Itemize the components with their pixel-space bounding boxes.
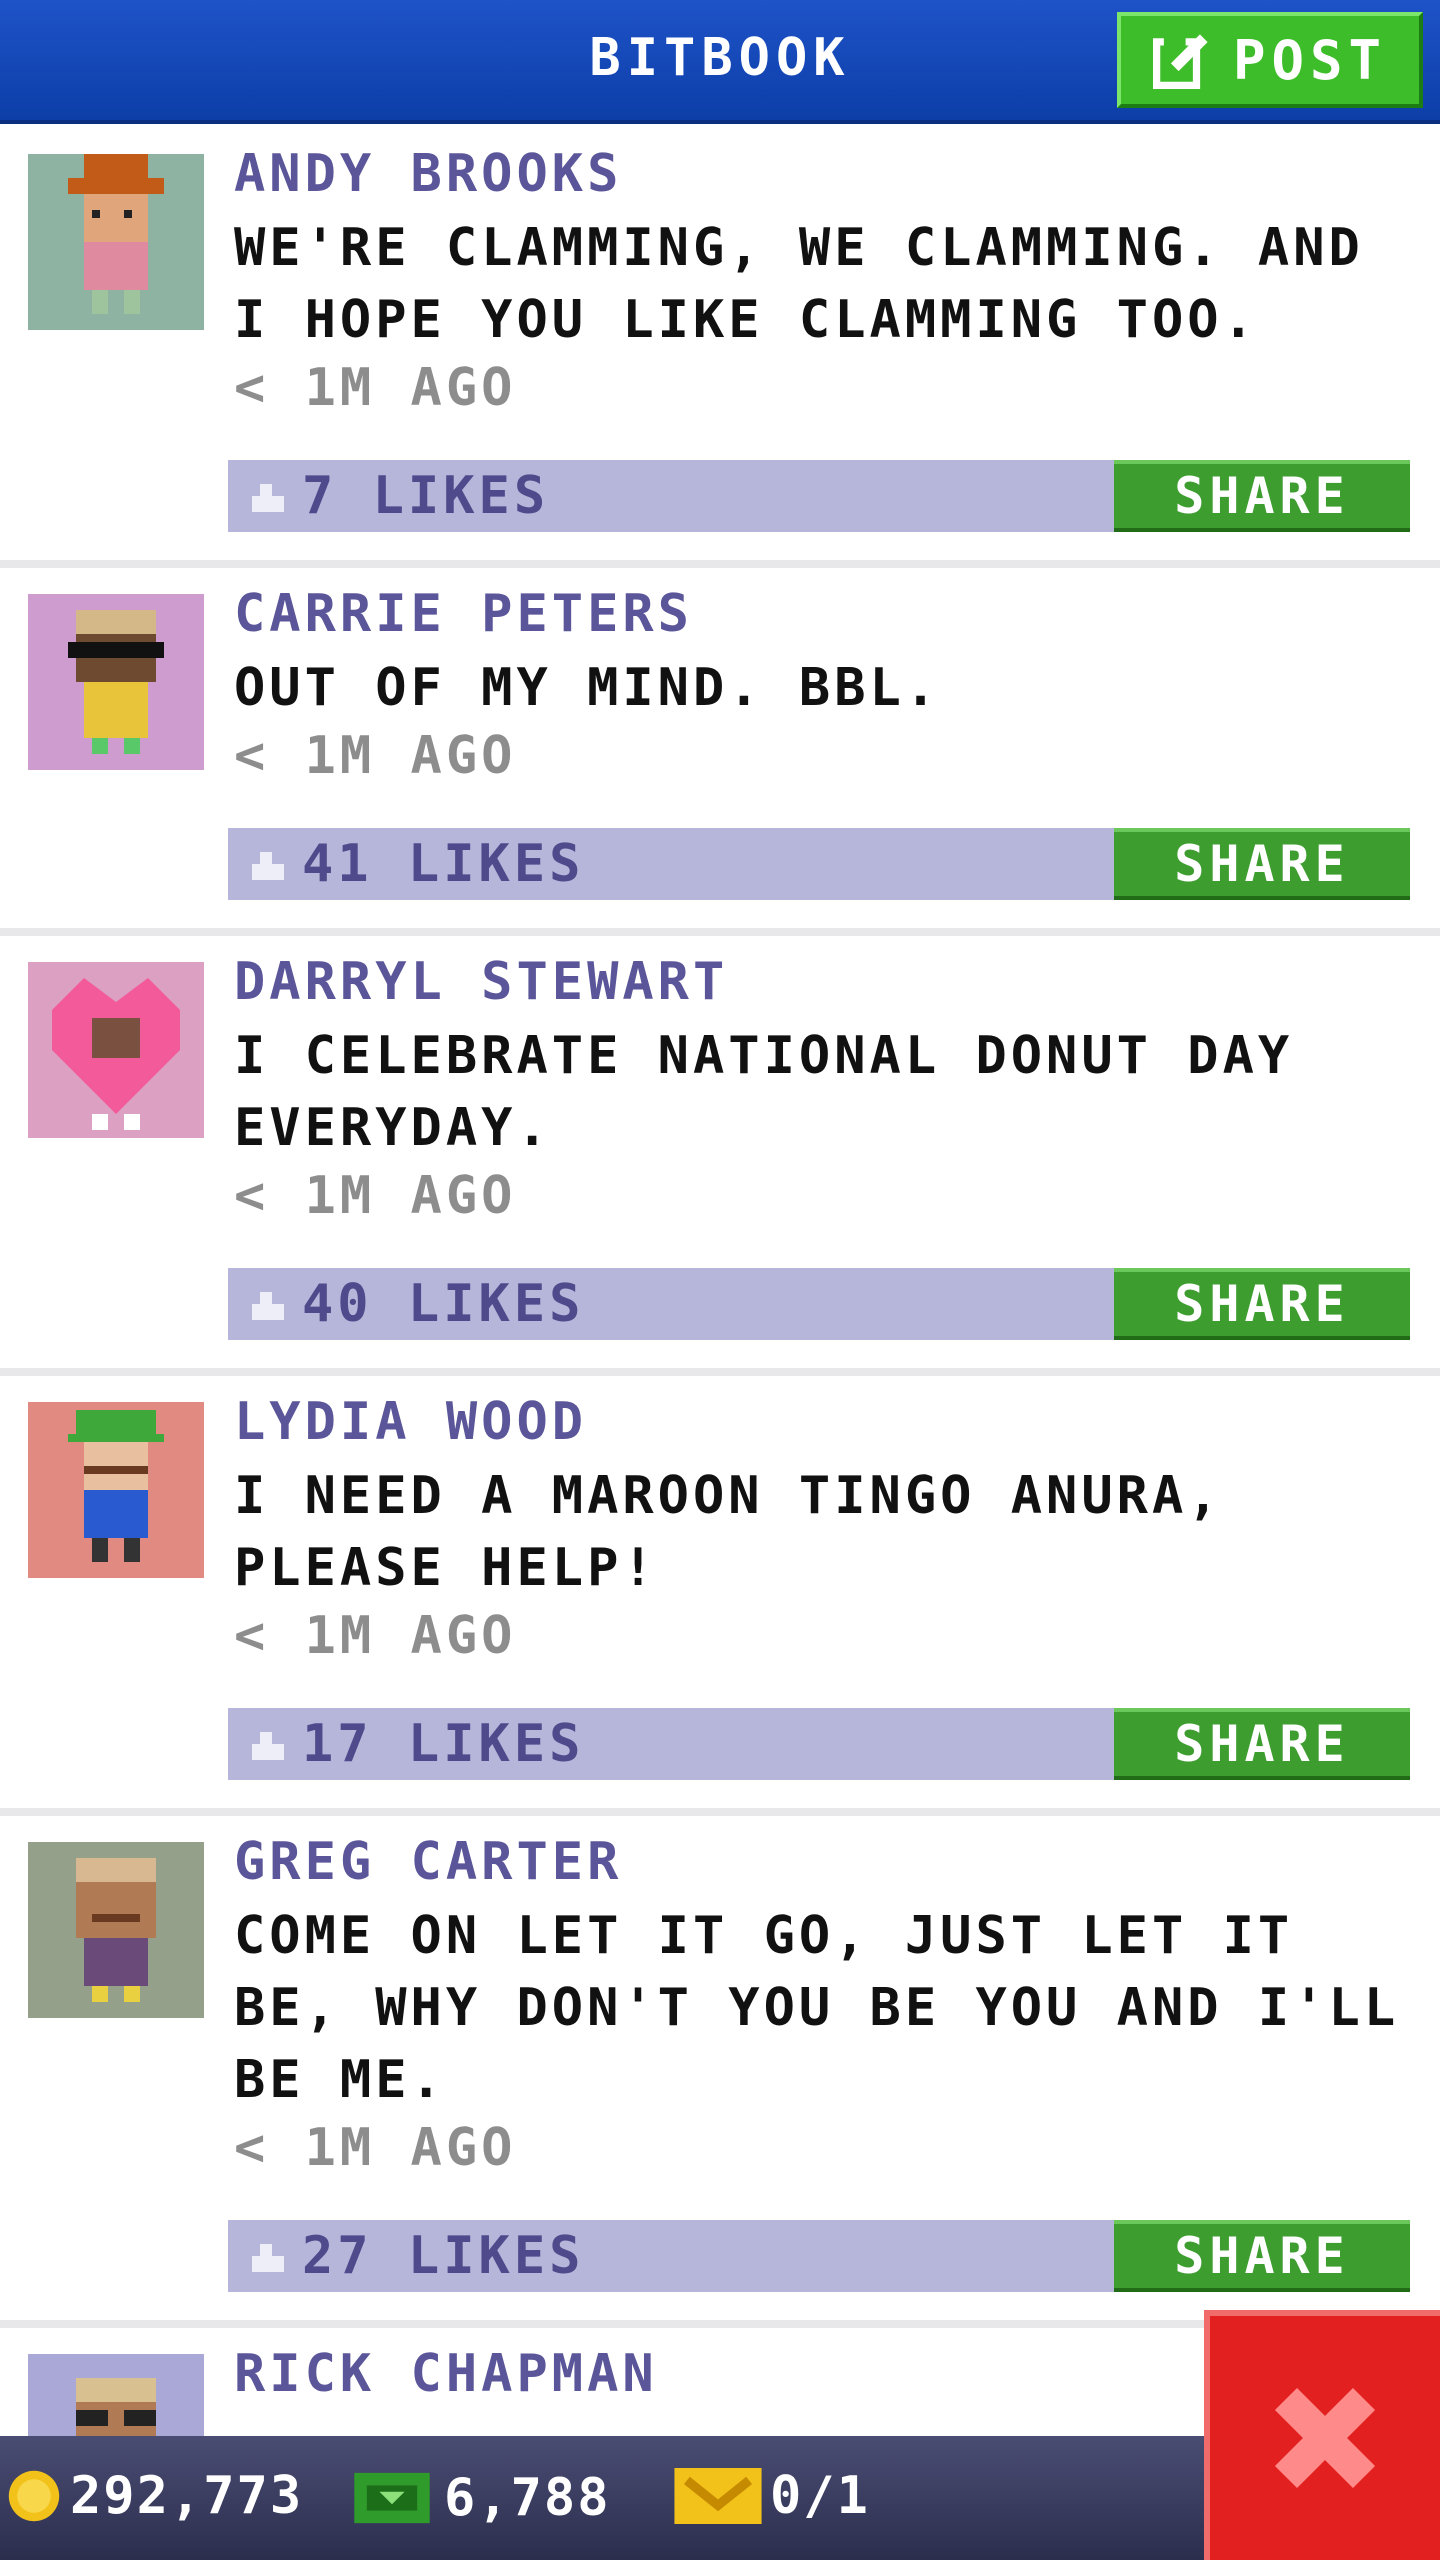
feed-post: LYDIA WOOD I NEED A MAROON TINGO ANURA, … — [0, 1376, 1440, 1816]
post-time: < 1M AGO — [234, 358, 517, 418]
person-sunglasses-icon — [28, 594, 204, 770]
like-count: 27 LIKES — [302, 2226, 585, 2286]
post-author[interactable]: LYDIA WOOD — [234, 1392, 587, 1452]
avatar[interactable] — [28, 1402, 204, 1578]
post-author[interactable]: RICK CHAPMAN — [234, 2344, 658, 2404]
close-icon — [1274, 2387, 1376, 2489]
thumbs-up-icon — [252, 1732, 284, 1760]
close-button[interactable] — [1204, 2310, 1440, 2560]
feed-post: CARRIE PETERS OUT OF MY MIND. BBL. < 1M … — [0, 568, 1440, 936]
post-message: I CELEBRATE NATIONAL DONUT DAY EVERYDAY. — [234, 1026, 1294, 1158]
share-button[interactable]: SHARE — [1114, 2220, 1410, 2292]
like-bar: 40 LIKES SHARE — [228, 1268, 1410, 1340]
thumbs-up-icon — [252, 852, 284, 880]
compose-icon — [1152, 31, 1208, 89]
feed-post: GREG CARTER COME ON LET IT GO, JUST LET … — [0, 1816, 1440, 2328]
avatar[interactable] — [28, 594, 204, 770]
bux-icon — [354, 2472, 430, 2524]
post-message: OUT OF MY MIND. BBL. — [234, 658, 941, 718]
avatar[interactable] — [28, 1842, 204, 2018]
post-button-label: POST — [1232, 28, 1388, 92]
ticket-icon — [674, 2468, 762, 2524]
like-button[interactable]: 40 LIKES — [248, 1274, 584, 1334]
coin-icon — [8, 2470, 60, 2522]
post-author[interactable]: CARRIE PETERS — [234, 584, 693, 644]
person-orange-hat-icon — [28, 154, 204, 330]
post-message: COME ON LET IT GO, JUST LET IT BE, WHY D… — [234, 1906, 1400, 2110]
like-bar: 27 LIKES SHARE — [228, 2220, 1410, 2292]
post-message: I NEED A MAROON TINGO ANURA, PLEASE HELP… — [234, 1466, 1223, 1598]
like-bar: 7 LIKES SHARE — [228, 460, 1410, 532]
share-button[interactable]: SHARE — [1114, 828, 1410, 900]
like-count: 41 LIKES — [302, 834, 585, 894]
like-button[interactable]: 17 LIKES — [248, 1714, 584, 1774]
coins-value: 292,773 — [70, 2466, 304, 2526]
post-time: < 1M AGO — [234, 2118, 517, 2178]
thumbs-up-icon — [252, 1292, 284, 1320]
post-message: WE'RE CLAMMING, WE CLAMMING. AND I HOPE … — [234, 218, 1364, 350]
post-author[interactable]: GREG CARTER — [234, 1832, 622, 1892]
like-button[interactable]: 27 LIKES — [248, 2226, 584, 2286]
avatar[interactable] — [28, 962, 204, 1138]
tickets-value: 0/1 — [770, 2466, 870, 2526]
avatar[interactable] — [28, 154, 204, 330]
bux-value: 6,788 — [444, 2468, 611, 2528]
bux-stat: 6,788 — [348, 2466, 611, 2530]
top-bar: BITBOOK POST — [0, 0, 1440, 124]
post-author[interactable]: ANDY BROOKS — [234, 144, 622, 204]
thumbs-up-icon — [252, 484, 284, 512]
post-time: < 1M AGO — [234, 726, 517, 786]
person-green-cap-icon — [28, 1402, 204, 1578]
like-count: 7 LIKES — [302, 466, 550, 526]
feed-post: ANDY BROOKS WE'RE CLAMMING, WE CLAMMING.… — [0, 128, 1440, 568]
share-button[interactable]: SHARE — [1114, 460, 1410, 532]
post-time: < 1M AGO — [234, 1166, 517, 1226]
post-author[interactable]: DARRYL STEWART — [234, 952, 728, 1012]
person-bald-icon — [28, 1842, 204, 2018]
like-bar: 17 LIKES SHARE — [228, 1708, 1410, 1780]
share-button[interactable]: SHARE — [1114, 1708, 1410, 1780]
tickets-stat: 0/1 — [674, 2466, 870, 2526]
like-button[interactable]: 7 LIKES — [248, 466, 549, 526]
like-button[interactable]: 41 LIKES — [248, 834, 584, 894]
post-button[interactable]: POST — [1117, 12, 1423, 108]
coins-stat: 292,773 — [6, 2466, 303, 2526]
thumbs-up-icon — [252, 2244, 284, 2272]
like-bar: 41 LIKES SHARE — [228, 828, 1410, 900]
share-button[interactable]: SHARE — [1114, 1268, 1410, 1340]
like-count: 40 LIKES — [302, 1274, 585, 1334]
person-heart-costume-icon — [28, 962, 204, 1138]
post-time: < 1M AGO — [234, 1606, 517, 1666]
like-count: 17 LIKES — [302, 1714, 585, 1774]
feed-post: DARRYL STEWART I CELEBRATE NATIONAL DONU… — [0, 936, 1440, 1376]
